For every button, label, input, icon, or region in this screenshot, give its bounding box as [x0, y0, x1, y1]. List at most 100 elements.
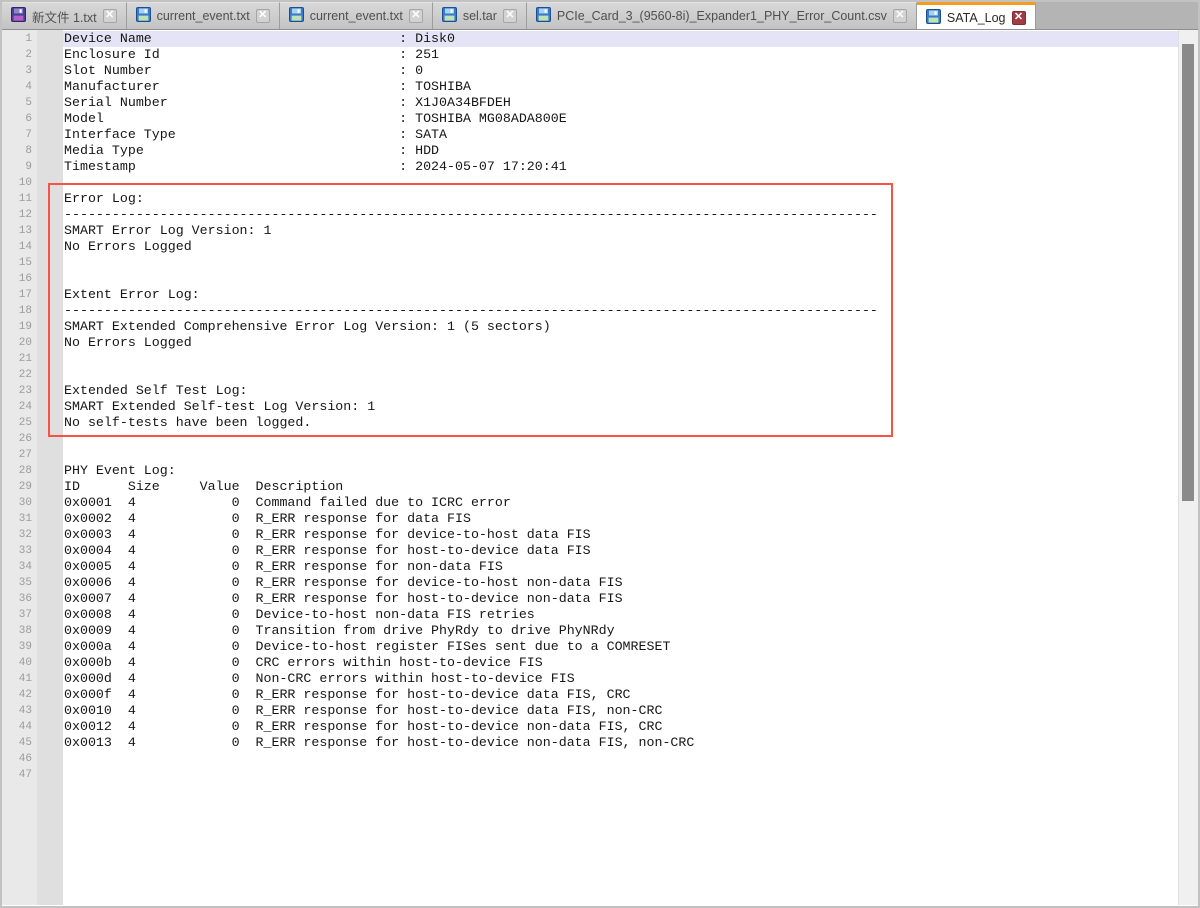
editor-line: 25No self-tests have been logged.: [2, 415, 1178, 431]
editor-line: 5Serial Number : X1J0A34BFDEH: [2, 95, 1178, 111]
line-number: 21: [2, 351, 37, 367]
margin-cell: [37, 255, 63, 271]
line-text[interactable]: ----------------------------------------…: [63, 207, 1178, 223]
line-text[interactable]: Serial Number : X1J0A34BFDEH: [63, 95, 1178, 111]
text-editor-area[interactable]: 1Device Name : Disk02Enclosure Id : 2513…: [2, 30, 1178, 905]
margin-cell: [37, 31, 63, 47]
margin-cell: [37, 271, 63, 287]
line-text[interactable]: 0x0006 4 0 R_ERR response for device-to-…: [63, 575, 1178, 591]
line-text[interactable]: Media Type : HDD: [63, 143, 1178, 159]
line-text[interactable]: 0x0001 4 0 Command failed due to ICRC er…: [63, 495, 1178, 511]
editor-lines: 1Device Name : Disk02Enclosure Id : 2513…: [2, 31, 1178, 783]
margin-cell: [37, 431, 63, 447]
line-text[interactable]: 0x0004 4 0 R_ERR response for host-to-de…: [63, 543, 1178, 559]
line-text[interactable]: 0x0012 4 0 R_ERR response for host-to-de…: [63, 719, 1178, 735]
line-text[interactable]: 0x000a 4 0 Device-to-host register FISes…: [63, 639, 1178, 655]
line-text[interactable]: 0x000d 4 0 Non-CRC errors within host-to…: [63, 671, 1178, 687]
line-text[interactable]: PHY Event Log:: [63, 463, 1178, 479]
line-text[interactable]: 0x000b 4 0 CRC errors within host-to-dev…: [63, 655, 1178, 671]
margin-cell: [37, 191, 63, 207]
close-icon[interactable]: ✕: [103, 9, 117, 23]
line-text[interactable]: [63, 367, 1178, 383]
tab-_1.txt[interactable]: 新文件 1.txt✕: [2, 2, 127, 29]
editor-line: 440x0012 4 0 R_ERR response for host-to-…: [2, 719, 1178, 735]
margin-cell: [37, 735, 63, 751]
line-text[interactable]: Manufacturer : TOSHIBA: [63, 79, 1178, 95]
line-text[interactable]: Device Name : Disk0: [63, 31, 1178, 47]
line-text[interactable]: Model : TOSHIBA MG08ADA800E: [63, 111, 1178, 127]
line-text[interactable]: SMART Extended Self-test Log Version: 1: [63, 399, 1178, 415]
line-text[interactable]: No self-tests have been logged.: [63, 415, 1178, 431]
line-number: 39: [2, 639, 37, 655]
line-number: 6: [2, 111, 37, 127]
tab-current_event.txt[interactable]: current_event.txt✕: [127, 2, 280, 29]
margin-cell: [37, 79, 63, 95]
line-text[interactable]: ----------------------------------------…: [63, 303, 1178, 319]
tab-current_event.txt[interactable]: current_event.txt✕: [280, 2, 433, 29]
vertical-scrollbar[interactable]: [1178, 30, 1198, 905]
line-number: 38: [2, 623, 37, 639]
editor-line: 6 Model : TOSHIBA MG08ADA800E: [2, 111, 1178, 127]
line-text[interactable]: 0x0007 4 0 R_ERR response for host-to-de…: [63, 591, 1178, 607]
line-text[interactable]: 0x0005 4 0 R_ERR response for non-data F…: [63, 559, 1178, 575]
line-text[interactable]: Timestamp : 2024-05-07 17:20:41: [63, 159, 1178, 175]
editor-line: 27: [2, 447, 1178, 463]
close-icon[interactable]: ✕: [1012, 11, 1026, 25]
line-text[interactable]: Enclosure Id : 251: [63, 47, 1178, 63]
scrollbar-thumb[interactable]: [1182, 44, 1194, 501]
editor-line: 1Device Name : Disk0: [2, 31, 1178, 47]
editor-line: 38 0x0009 4 0 Transition from drive PhyRd…: [2, 623, 1178, 639]
close-icon[interactable]: ✕: [409, 9, 423, 23]
close-icon[interactable]: ✕: [893, 9, 907, 23]
line-text[interactable]: 0x0003 4 0 R_ERR response for device-to-…: [63, 527, 1178, 543]
line-number: 32: [2, 527, 37, 543]
editor-line: 24SMART Extended Self-test Log Version: …: [2, 399, 1178, 415]
line-number: 26: [2, 431, 37, 447]
close-icon[interactable]: ✕: [256, 9, 270, 23]
tab-label: SATA_Log: [947, 11, 1006, 25]
line-text[interactable]: 0x0010 4 0 R_ERR response for host-to-de…: [63, 703, 1178, 719]
line-text[interactable]: [63, 751, 1178, 767]
line-number: 14: [2, 239, 37, 255]
line-text[interactable]: No Errors Logged: [63, 335, 1178, 351]
line-text[interactable]: [63, 351, 1178, 367]
line-text[interactable]: 0x000f 4 0 R_ERR response for host-to-de…: [63, 687, 1178, 703]
line-text[interactable]: SMART Extended Comprehensive Error Log V…: [63, 319, 1178, 335]
line-text[interactable]: [63, 255, 1178, 271]
line-number: 41: [2, 671, 37, 687]
margin-cell: [37, 207, 63, 223]
tab-PCIe_Card_3__9560-8i__Expander1_PHY_Error_Count.csv[interactable]: PCIe_Card_3_(9560-8i)_Expander1_PHY_Erro…: [527, 2, 917, 29]
line-text[interactable]: [63, 175, 1178, 191]
tab-SATA_Log[interactable]: SATA_Log ✕: [917, 2, 1036, 30]
line-number: 33: [2, 543, 37, 559]
line-text[interactable]: [63, 447, 1178, 463]
line-number: 47: [2, 767, 37, 783]
line-text[interactable]: [63, 271, 1178, 287]
line-text[interactable]: Slot Number : 0: [63, 63, 1178, 79]
line-text[interactable]: 0x0009 4 0 Transition from drive PhyRdy …: [63, 623, 1178, 639]
line-number: 7: [2, 127, 37, 143]
line-text[interactable]: 0x0002 4 0 R_ERR response for data FIS: [63, 511, 1178, 527]
line-text[interactable]: 0x0013 4 0 R_ERR response for host-to-de…: [63, 735, 1178, 751]
margin-cell: [37, 351, 63, 367]
line-number: 19: [2, 319, 37, 335]
editor-line: 7 Interface Type : SATA: [2, 127, 1178, 143]
margin-cell: [37, 303, 63, 319]
line-text[interactable]: Extended Self Test Log:: [63, 383, 1178, 399]
line-text[interactable]: [63, 431, 1178, 447]
tab-sel.tar[interactable]: sel.tar✕: [433, 2, 527, 29]
line-text[interactable]: SMART Error Log Version: 1: [63, 223, 1178, 239]
line-text[interactable]: [63, 767, 1178, 783]
line-text[interactable]: Extent Error Log:: [63, 287, 1178, 303]
line-text[interactable]: 0x0008 4 0 Device-to-host non-data FIS r…: [63, 607, 1178, 623]
editor-line: 41 0x000d 4 0 Non-CRC errors within host-…: [2, 671, 1178, 687]
line-text[interactable]: Interface Type : SATA: [63, 127, 1178, 143]
line-text[interactable]: No Errors Logged: [63, 239, 1178, 255]
margin-cell: [37, 367, 63, 383]
line-text[interactable]: Error Log:: [63, 191, 1178, 207]
line-text[interactable]: ID Size Value Description: [63, 479, 1178, 495]
margin-cell: [37, 223, 63, 239]
editor-line: 23Extended Self Test Log:: [2, 383, 1178, 399]
line-number: 4: [2, 79, 37, 95]
close-icon[interactable]: ✕: [503, 9, 517, 23]
